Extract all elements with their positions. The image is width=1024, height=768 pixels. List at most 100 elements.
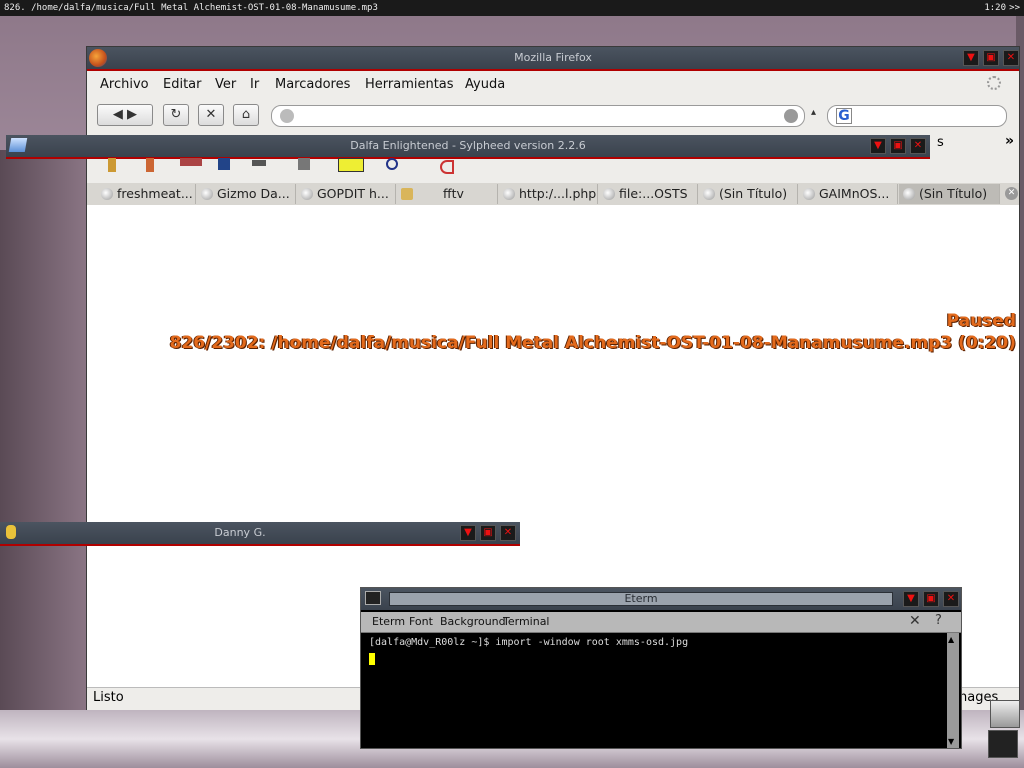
bookmarks-overflow-button[interactable]: » bbox=[1005, 133, 1014, 149]
filter-icon[interactable] bbox=[440, 160, 454, 174]
menu-marcadores[interactable]: Marcadores bbox=[275, 77, 350, 92]
eterm-scrollbar[interactable]: ▲ ▼ bbox=[947, 633, 959, 748]
eterm-titlebar[interactable]: Eterm ▼ ▣ ✕ bbox=[361, 588, 961, 610]
maximize-button[interactable]: ▣ bbox=[890, 138, 906, 154]
tab-label: (Sin Título) bbox=[719, 186, 788, 201]
forward-icon[interactable] bbox=[298, 158, 310, 170]
home-button[interactable]: ⌂ bbox=[233, 104, 259, 126]
save-icon[interactable] bbox=[218, 158, 230, 170]
tab-sin-titulo-active[interactable]: (Sin Título) bbox=[899, 184, 1000, 204]
tab-label: file:...OSTS bbox=[619, 186, 688, 201]
xmms-osd: Paused 826/2302: /home/dalfa/musica/Full… bbox=[120, 310, 1016, 354]
eterm-menu-font[interactable]: Font bbox=[409, 615, 433, 628]
get-mail-icon[interactable] bbox=[108, 158, 116, 172]
firefox-navbar: ◀ ▶ ↻ ✕ ⌂ ▴ G bbox=[87, 97, 1019, 133]
close-button[interactable]: ✕ bbox=[500, 525, 516, 541]
menu-ayuda[interactable]: Ayuda bbox=[465, 77, 505, 92]
tab-label: fftv bbox=[443, 186, 464, 201]
maximize-button[interactable]: ▣ bbox=[480, 525, 496, 541]
scroll-down-icon[interactable]: ▼ bbox=[948, 737, 954, 746]
close-button[interactable]: ✕ bbox=[1003, 50, 1019, 66]
favicon-icon bbox=[803, 188, 815, 200]
tab-file-osts[interactable]: file:...OSTS bbox=[599, 184, 698, 204]
reply-icon[interactable] bbox=[252, 160, 266, 166]
google-icon: G bbox=[836, 108, 852, 124]
tab-gizmo[interactable]: Gizmo Da... bbox=[197, 184, 296, 204]
eterm-close-icon[interactable]: ✕ bbox=[909, 613, 921, 629]
eterm-help-icon[interactable]: ? bbox=[935, 613, 942, 628]
osd-state: Paused bbox=[946, 311, 1016, 331]
tab-freshmeat[interactable]: freshmeat... bbox=[97, 184, 196, 204]
sylpheed-title: Dalfa Enlightened - Sylpheed version 2.2… bbox=[350, 139, 586, 152]
terminal-cursor bbox=[369, 653, 375, 665]
tab-label: freshmeat... bbox=[117, 186, 193, 201]
firefox-titlebar[interactable]: Mozilla Firefox ▼ ▣ ✕ bbox=[87, 47, 1019, 71]
tab-gaimnos[interactable]: GAIMnOS... bbox=[799, 184, 898, 204]
danny-title: Danny G. bbox=[214, 526, 266, 539]
bookmark-partial-label: s bbox=[937, 135, 944, 150]
maximize-button[interactable]: ▣ bbox=[983, 50, 999, 66]
tab-label: Gizmo Da... bbox=[217, 186, 290, 201]
eterm-menu-background[interactable]: Background bbox=[440, 615, 506, 628]
tab-gopdit[interactable]: GOPDIT h... bbox=[297, 184, 396, 204]
status-text: Listo bbox=[93, 690, 124, 705]
terminal-prompt-line: [dalfa@Mdv_R00lz ~]$ import -window root… bbox=[369, 637, 689, 648]
address-book-icon[interactable] bbox=[338, 158, 364, 172]
tab-fftv[interactable]: fftv bbox=[397, 184, 498, 204]
menu-herramientas[interactable]: Herramientas bbox=[365, 77, 454, 92]
danny-titlebar[interactable]: Danny G. ▼ ▣ ✕ bbox=[0, 522, 520, 546]
favicon-icon bbox=[101, 188, 113, 200]
tab-label: GOPDIT h... bbox=[317, 186, 389, 201]
eterm-window: Eterm ▼ ▣ ✕ Eterm Font Background Termin… bbox=[360, 587, 962, 749]
dock-terminal-icon[interactable] bbox=[988, 730, 1018, 758]
firefox-title: Mozilla Firefox bbox=[514, 51, 592, 64]
menu-ir[interactable]: Ir bbox=[250, 77, 259, 92]
stop-button[interactable]: ✕ bbox=[198, 104, 224, 126]
favicon-icon bbox=[301, 188, 313, 200]
dock-monitor-icon[interactable] bbox=[990, 700, 1020, 728]
tab-label: http:/...l.php bbox=[519, 186, 597, 201]
close-button[interactable]: ✕ bbox=[943, 591, 959, 607]
compose-icon[interactable] bbox=[180, 158, 202, 166]
tab-label: (Sin Título) bbox=[919, 186, 988, 201]
favicon-icon bbox=[503, 188, 515, 200]
scroll-up-icon[interactable]: ▲ bbox=[948, 635, 954, 644]
globe-icon bbox=[280, 109, 294, 123]
menu-editar[interactable]: Editar bbox=[163, 77, 202, 92]
url-input[interactable] bbox=[271, 105, 805, 127]
tab-label: GAIMnOS... bbox=[819, 186, 890, 201]
menu-archivo[interactable]: Archivo bbox=[100, 77, 149, 92]
favicon-icon bbox=[903, 188, 915, 200]
eterm-menu-eterm[interactable]: Eterm bbox=[372, 615, 405, 628]
minimize-button[interactable]: ▼ bbox=[963, 50, 979, 66]
top-status-bar: 826. /home/dalfa/musica/Full Metal Alche… bbox=[0, 0, 1024, 16]
tab-http[interactable]: http:/...l.php bbox=[499, 184, 598, 204]
osd-track: 826/2302: /home/dalfa/musica/Full Metal … bbox=[169, 333, 1016, 353]
search-icon[interactable] bbox=[386, 158, 398, 170]
eterm-menu-terminal[interactable]: Terminal bbox=[503, 615, 550, 628]
close-button[interactable]: ✕ bbox=[910, 138, 926, 154]
clock: 1:20 bbox=[984, 3, 1006, 13]
chat-window-danny: Danny G. ▼ ▣ ✕ bbox=[0, 522, 520, 548]
minimize-button[interactable]: ▼ bbox=[903, 591, 919, 607]
tab-bar: freshmeat... Gizmo Da... GOPDIT h... fft… bbox=[87, 183, 1019, 206]
favicon-icon bbox=[201, 188, 213, 200]
maximize-button[interactable]: ▣ bbox=[923, 591, 939, 607]
reload-button[interactable]: ↻ bbox=[163, 104, 189, 126]
send-icon[interactable] bbox=[146, 158, 154, 172]
firefox-menubar: Archivo Editar Ver Ir Marcadores Herrami… bbox=[87, 71, 1019, 97]
favicon-icon bbox=[703, 188, 715, 200]
minimize-button[interactable]: ▼ bbox=[460, 525, 476, 541]
now-playing-text: 826. /home/dalfa/musica/Full Metal Alche… bbox=[4, 3, 378, 13]
go-icon[interactable] bbox=[784, 109, 798, 123]
search-input[interactable]: G bbox=[827, 105, 1007, 127]
topbar-arrows[interactable]: >> bbox=[1009, 0, 1020, 16]
close-tab-icon[interactable]: ✕ bbox=[1005, 187, 1018, 200]
menu-ver[interactable]: Ver bbox=[215, 77, 236, 92]
minimize-button[interactable]: ▼ bbox=[870, 138, 886, 154]
search-engine-dropdown-icon[interactable]: ▴ bbox=[811, 107, 816, 118]
folder-icon bbox=[401, 188, 413, 200]
terminal-output[interactable]: [dalfa@Mdv_R00lz ~]$ import -window root… bbox=[361, 633, 947, 748]
tab-sin-titulo-1[interactable]: (Sin Título) bbox=[699, 184, 798, 204]
back-forward-button[interactable]: ◀ ▶ bbox=[97, 104, 153, 126]
